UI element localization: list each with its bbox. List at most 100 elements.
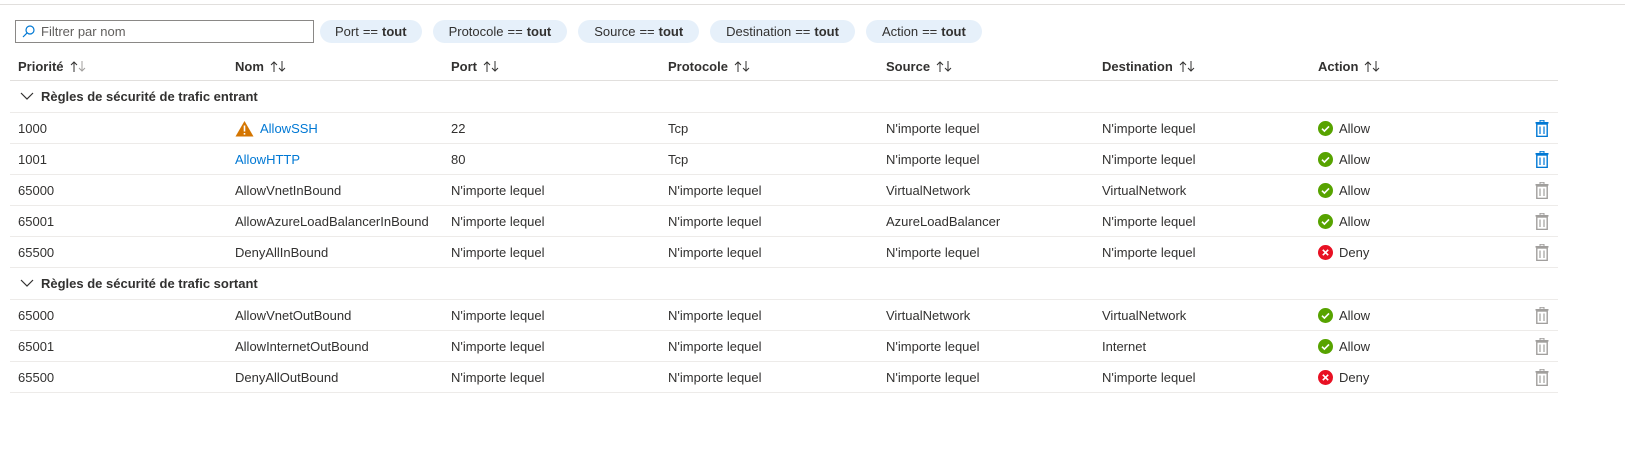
column-header-destination[interactable]: Destination [1102, 59, 1196, 74]
cell-destination: N'importe lequel [1102, 369, 1196, 385]
table-row[interactable]: 65500 DenyAllOutBound N'importe lequel N'im… [10, 362, 1558, 393]
sort-arrows-icon[interactable] [1364, 60, 1381, 73]
action-label: Deny [1339, 244, 1370, 260]
cell-destination: VirtualNetwork [1102, 307, 1187, 323]
filter-pill-field: Action [881, 24, 919, 39]
filter-pill-value: tout [526, 24, 552, 39]
group-label: Règles de sécurité de trafic sortant [41, 276, 258, 291]
cell-port: N'importe lequel [451, 369, 545, 385]
cell-priority: 65001 [18, 213, 55, 229]
cell-port: N'importe lequel [451, 182, 545, 198]
cell-protocol: N'importe lequel [668, 369, 762, 385]
column-header-label: Action [1318, 58, 1359, 74]
rule-name: AllowInternetOutBound [235, 338, 369, 354]
cell-name: AllowAzureLoadBalancerInBound [235, 214, 429, 229]
filter-pill-operator: == [795, 24, 811, 39]
sort-arrows-icon[interactable] [1179, 60, 1196, 73]
table-row[interactable]: 65000 AllowVnetInBound N'importe lequel N'i… [10, 175, 1558, 206]
cell-action: Allow [1318, 307, 1370, 323]
check-circle-icon [1318, 213, 1333, 229]
table-row[interactable]: 65500 DenyAllInBound N'importe lequel N'imp… [10, 237, 1558, 268]
table-row[interactable]: 1001 AllowHTTP 80 Tcp N'importe lequel N'impo… [10, 144, 1558, 175]
rule-name-link[interactable]: AllowSSH [260, 121, 318, 136]
table-row[interactable]: 65000 AllowVnetOutBound N'importe lequel N'… [10, 300, 1558, 331]
filter-pill-port[interactable]: Port == tout [320, 20, 422, 43]
table-row[interactable]: 1000 AllowSSH 22 Tcp N'importe lequel N'impor… [10, 113, 1558, 144]
cell-destination: N'importe lequel [1102, 120, 1196, 136]
filter-pill-field: Source [594, 24, 636, 39]
cell-name: AllowVnetInBound [235, 183, 341, 198]
cell-source: AzureLoadBalancer [886, 213, 1001, 229]
cell-protocol: Tcp [668, 120, 689, 136]
cell-destination: N'importe lequel [1102, 213, 1196, 229]
column-header-action[interactable]: Action [1318, 59, 1381, 74]
cell-name: AllowInternetOutBound [235, 339, 369, 354]
table-row[interactable]: 65001 AllowAzureLoadBalancerInBound N'impo… [10, 206, 1558, 237]
cell-port: N'importe lequel [451, 244, 545, 260]
group-label: Règles de sécurité de trafic entrant [41, 89, 258, 104]
chevron-down-icon[interactable] [20, 279, 34, 288]
sort-arrows-icon[interactable] [270, 60, 287, 73]
cell-source: N'importe lequel [886, 369, 980, 385]
chevron-down-icon[interactable] [20, 92, 34, 101]
column-header-protocol[interactable]: Protocole [668, 59, 751, 74]
cell-source: N'importe lequel [886, 120, 980, 136]
filter-pill-field: Destination [726, 24, 792, 39]
cell-source: VirtualNetwork [886, 307, 971, 323]
check-circle-icon [1318, 338, 1333, 354]
search-input[interactable] [41, 24, 301, 39]
filter-pill-protocole[interactable]: Protocole == tout [432, 20, 568, 43]
column-header-port[interactable]: Port [451, 59, 500, 74]
filter-pill-operator: == [507, 24, 523, 39]
sort-arrows-icon[interactable] [734, 60, 751, 73]
filter-pill-destination[interactable]: Destination == tout [710, 20, 855, 43]
top-divider [0, 4, 1625, 5]
filter-pill-value: tout [814, 24, 839, 39]
cell-source: VirtualNetwork [886, 182, 971, 198]
filter-pill-source[interactable]: Source == tout [578, 20, 700, 43]
cell-name: AllowSSH [235, 120, 318, 137]
cell-name: AllowVnetOutBound [235, 308, 351, 323]
filter-pill-field: Protocole [448, 24, 504, 39]
column-header-source[interactable]: Source [886, 59, 953, 74]
rule-name: AllowVnetInBound [235, 182, 342, 198]
column-header-label: Destination [1102, 58, 1173, 74]
trash-icon[interactable] [1535, 119, 1549, 137]
sort-arrows-icon[interactable] [483, 60, 500, 73]
rule-name-link[interactable]: AllowHTTP [235, 152, 300, 167]
trash-icon [1535, 306, 1549, 324]
cell-action: Allow [1318, 338, 1371, 354]
cell-protocol: Tcp [668, 151, 689, 167]
cell-priority: 65500 [18, 369, 55, 385]
sort-arrows-icon[interactable] [936, 60, 953, 73]
cell-protocol: N'importe lequel [668, 338, 762, 354]
trash-icon[interactable] [1535, 150, 1549, 168]
cell-priority: 65500 [18, 244, 55, 260]
check-circle-icon [1318, 120, 1333, 136]
trash-icon [1535, 212, 1549, 230]
cell-action: Deny [1318, 244, 1370, 260]
cell-destination: VirtualNetwork [1102, 182, 1187, 198]
column-header-label: Protocole [668, 58, 728, 74]
rule-name: DenyAllOutBound [235, 369, 339, 385]
column-header-label: Port [451, 58, 477, 74]
group-inbound-rules: Règles de sécurité de trafic entrant [10, 81, 1558, 113]
rule-name: AllowAzureLoadBalancerInBound [235, 213, 429, 229]
sort-arrows-icon[interactable] [70, 60, 87, 73]
column-header-priority[interactable]: Priorité [18, 59, 87, 74]
action-label: Allow [1339, 338, 1371, 354]
warning-icon [235, 120, 254, 137]
column-header-label: Nom [235, 58, 264, 74]
cell-port: 22 [451, 120, 466, 136]
cell-port: N'importe lequel [451, 213, 545, 229]
filter-pill-operator: == [639, 24, 655, 39]
filter-pill-action[interactable]: Action == tout [865, 20, 982, 43]
trash-icon [1535, 337, 1549, 355]
column-header-name[interactable]: Nom [235, 59, 287, 74]
cell-port: N'importe lequel [451, 307, 545, 323]
trash-icon [1535, 243, 1549, 261]
cell-port: N'importe lequel [451, 338, 545, 354]
table-row[interactable]: 65001 AllowInternetOutBound N'importe lequ… [10, 331, 1558, 362]
filter-pill-value: tout [658, 24, 684, 39]
search-box[interactable] [15, 20, 314, 43]
